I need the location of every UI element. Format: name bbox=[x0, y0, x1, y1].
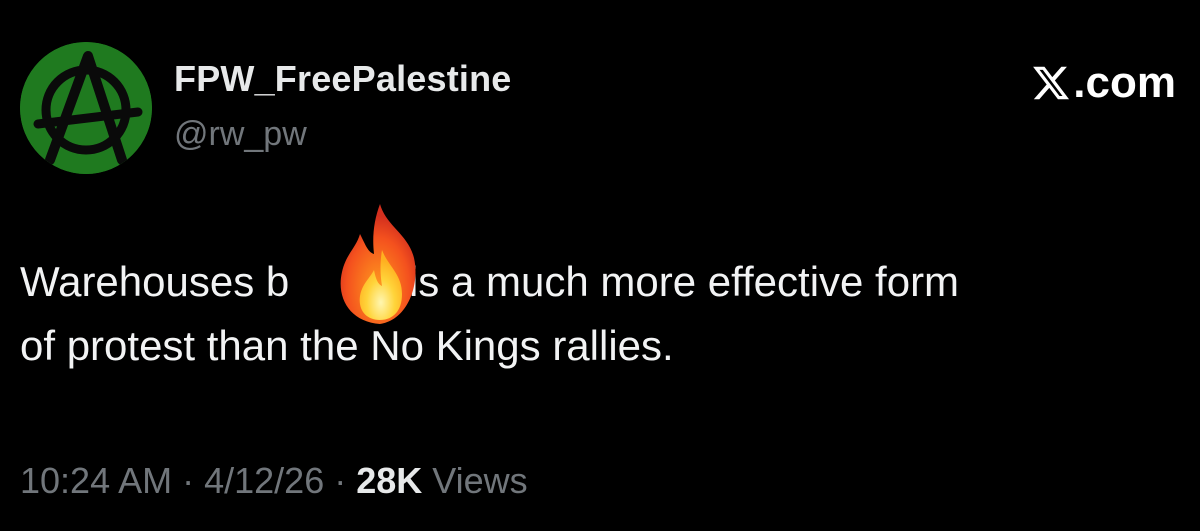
tweet-text-part: ing is a much more effective form bbox=[341, 258, 960, 305]
x-com-brand: .com bbox=[1031, 58, 1176, 108]
tweet-line-2: of protest than the No Kings rallies. bbox=[20, 322, 674, 369]
brand-text: .com bbox=[1073, 58, 1176, 107]
avatar[interactable] bbox=[20, 42, 152, 174]
fire-emoji-icon bbox=[328, 200, 432, 328]
tweet-line-1: Warehouses b ing is a much more effective… bbox=[20, 250, 1185, 314]
views-count[interactable]: 28K bbox=[356, 460, 422, 501]
tweet-date[interactable]: 4/12/26 bbox=[204, 460, 324, 501]
tweet-text: Warehouses b ing is a much more effective… bbox=[20, 250, 1185, 378]
tweet-text-part: Warehouses b bbox=[20, 258, 290, 305]
display-name[interactable]: FPW_FreePalestine bbox=[174, 58, 512, 100]
meta-separator: · bbox=[172, 460, 205, 501]
views-label: Views bbox=[422, 460, 528, 501]
tweet-meta: 10:24 AM · 4/12/26 · 28K Views bbox=[20, 460, 528, 502]
anarchy-symbol-icon bbox=[20, 42, 152, 174]
x-logo-icon bbox=[1033, 66, 1070, 100]
meta-separator: · bbox=[324, 460, 357, 501]
tweet-time[interactable]: 10:24 AM bbox=[20, 460, 172, 501]
tweet-card: FPW_FreePalestine @rw_pw .com Warehouses… bbox=[0, 0, 1200, 531]
user-handle[interactable]: @rw_pw bbox=[174, 115, 307, 154]
